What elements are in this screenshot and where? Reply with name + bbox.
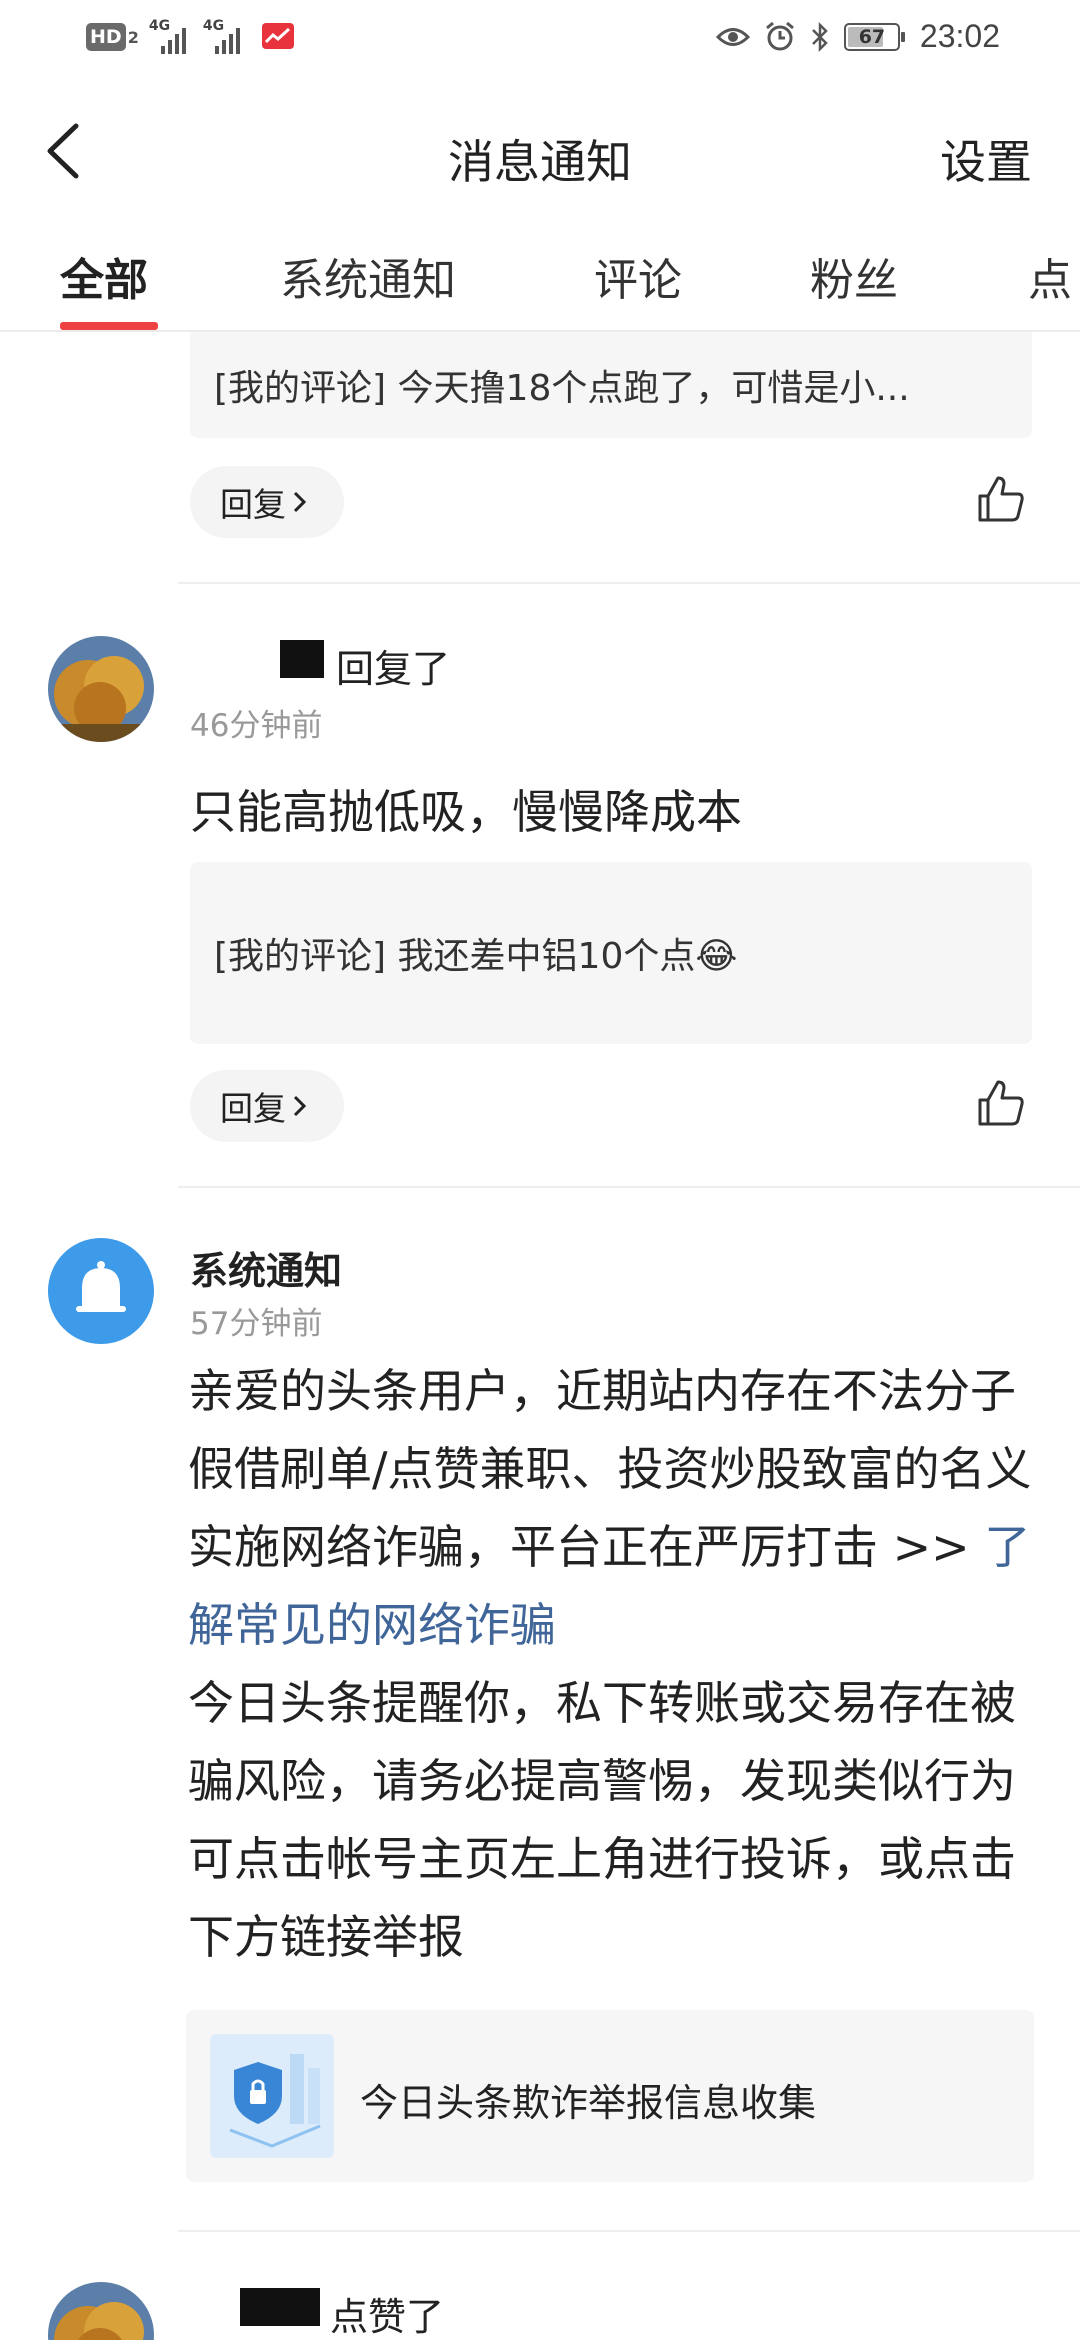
notice-body-part2: 今日头条提醒你，私下转账或交易存在被骗风险，请务必提高警惕，发现类似行为可点击帐… <box>188 1676 1016 1964</box>
reply-label: 回复 <box>220 485 286 524</box>
status-bar: HD 2 4G 4G 67 23:02 <box>0 0 1080 80</box>
tab-all[interactable]: 全部 <box>60 244 148 308</box>
divider <box>178 2230 1080 2232</box>
tab-fans[interactable]: 粉丝 <box>810 244 898 308</box>
reply-action-text: 回复了 <box>336 647 451 691</box>
shield-lock-icon <box>210 2034 334 2158</box>
avatar[interactable] <box>48 636 154 742</box>
hd-label: HD <box>86 23 126 51</box>
comment-text[interactable]: 只能高抛低吸，慢慢降成本 <box>190 776 742 842</box>
app-notification-icon <box>261 23 294 49</box>
notification-feed[interactable]: [我的评论] 今天撸18个点跑了，可惜是小... 回复 回复了 46分钟前 只能… <box>0 332 1080 2340</box>
clock: 23:02 <box>919 18 1000 54</box>
avatar-image <box>48 2282 154 2340</box>
hd-indicator: HD 2 <box>86 23 139 51</box>
quoted-comment-text: [我的评论] 今天撸18个点跑了，可惜是小... <box>214 368 910 409</box>
signal-icon-1: 4G <box>149 18 193 54</box>
page-title: 消息通知 <box>448 135 632 189</box>
tab-system-notice[interactable]: 系统通知 <box>280 244 456 308</box>
notice-body-part1: 亲爱的头条用户，近期站内存在不法分子假借刷单/点赞兼职、投资炒股致富的名义实施网… <box>188 1364 1032 1574</box>
like-icon[interactable] <box>976 1078 1026 1128</box>
notice-body: 亲爱的头条用户，近期站内存在不法分子假借刷单/点赞兼职、投资炒股致富的名义实施网… <box>188 1352 1048 1976</box>
title-bar: 消息通知 设置 <box>0 96 1080 206</box>
username-redacted[interactable] <box>280 640 324 678</box>
settings-button[interactable]: 设置 <box>940 126 1032 192</box>
fraud-report-card[interactable]: 今日头条欺诈举报信息收集 <box>186 2010 1034 2182</box>
timestamp: 46分钟前 <box>190 708 323 744</box>
avatar-image <box>48 636 154 742</box>
quoted-comment[interactable]: [我的评论] 我还差中铝10个点😂 <box>190 862 1032 1044</box>
hd-sub: 2 <box>127 27 139 47</box>
like-action-text: 点赞了 <box>330 2295 445 2339</box>
system-notice-name[interactable]: 系统通知 <box>190 1240 342 1295</box>
like-icon[interactable] <box>976 474 1026 524</box>
status-right: 67 23:02 <box>715 18 1000 55</box>
reply-button[interactable]: 回复 <box>190 466 344 538</box>
active-tab-indicator <box>60 322 158 330</box>
eye-icon <box>715 27 750 46</box>
chevron-right-icon <box>293 491 307 513</box>
avatar[interactable] <box>48 2282 154 2340</box>
bluetooth-icon <box>812 21 828 52</box>
battery-level: 67 <box>858 25 886 48</box>
timestamp: 57分钟前 <box>190 1306 323 1342</box>
quoted-comment[interactable]: [我的评论] 今天撸18个点跑了，可惜是小... <box>190 332 1032 438</box>
username-redacted[interactable] <box>240 2288 320 2326</box>
signal-icon-2: 4G <box>203 18 247 54</box>
divider <box>178 582 1080 584</box>
tab-comments[interactable]: 评论 <box>594 244 682 308</box>
bell-icon <box>76 1261 126 1312</box>
tab-likes[interactable]: 点 <box>1028 244 1072 308</box>
alarm-icon <box>765 21 794 50</box>
chevron-right-icon <box>293 1095 307 1117</box>
status-left: HD 2 4G 4G <box>86 18 295 54</box>
divider <box>178 1186 1080 1188</box>
report-card-text: 今日头条欺诈举报信息收集 <box>360 2081 817 2125</box>
quoted-comment-text: [我的评论] 我还差中铝10个点😂 <box>214 936 738 977</box>
tab-bar: 全部 系统通知 评论 粉丝 点 <box>0 230 1080 332</box>
reply-button[interactable]: 回复 <box>190 1070 344 1142</box>
system-notice-avatar[interactable] <box>48 1238 154 1344</box>
battery-icon: 67 <box>843 22 905 51</box>
report-thumbnail <box>210 2034 334 2158</box>
reply-label: 回复 <box>220 1089 286 1128</box>
